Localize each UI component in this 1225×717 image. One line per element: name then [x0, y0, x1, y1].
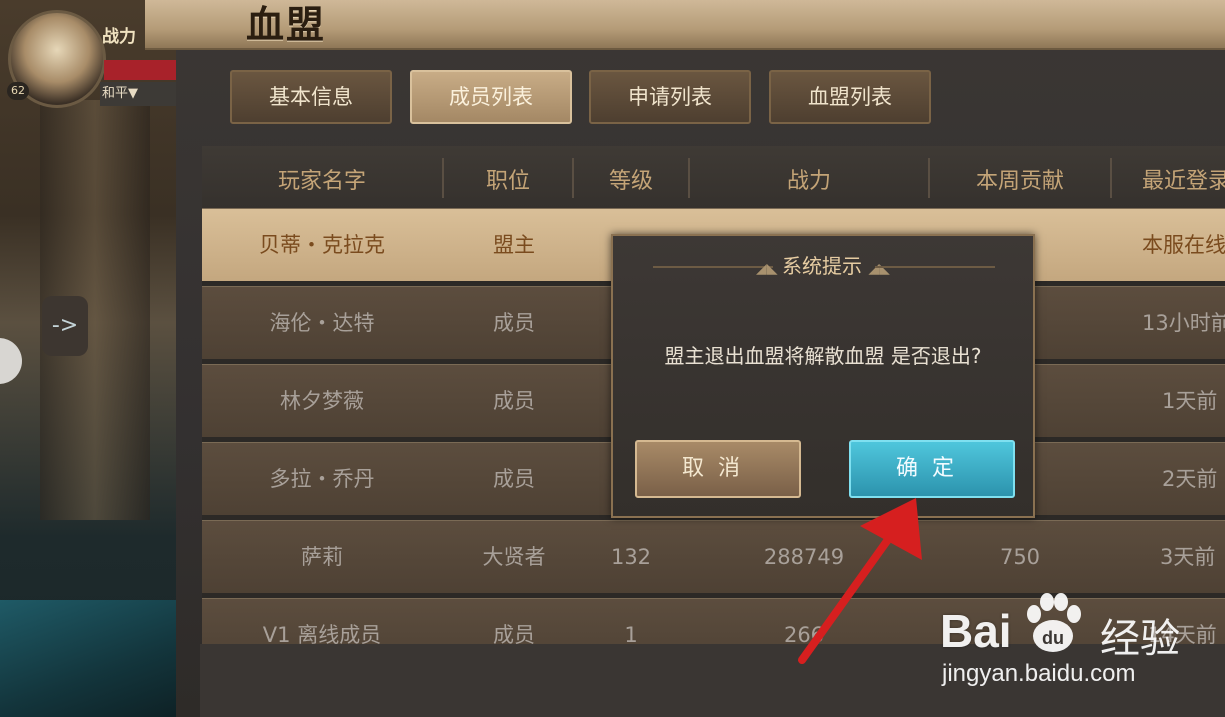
cell-role: 大贤者: [482, 545, 546, 569]
cell-contribution: 750: [999, 545, 1041, 569]
window-title: 血盟: [246, 2, 327, 47]
header-last-login: 最近登录: [1142, 169, 1225, 194]
ornament-icon: ◢◣: [756, 261, 783, 277]
header-power: 战力: [786, 169, 831, 194]
cell-level: 1: [624, 623, 638, 644]
baidu-jingyan-watermark: Bai du 经验 jingyan.baidu.com: [940, 588, 1220, 698]
tab-member-list[interactable]: 成员列表: [410, 70, 572, 124]
player-level-badge: 62: [7, 82, 29, 100]
game-scene-background: 62 战力 和平▼ ->: [0, 0, 190, 717]
power-label: 战力: [102, 27, 136, 47]
cell-last-login: 2天前: [1162, 467, 1218, 491]
cell-role: 成员: [493, 389, 535, 413]
title-ornament-right: [875, 266, 995, 268]
dialog-title: ◢◣ 系统提示 ◢◣: [613, 250, 1033, 279]
baidu-paw-icon: du: [1027, 593, 1081, 652]
cell-last-login: 3天前: [1160, 545, 1216, 569]
header-player-name: 玩家名字: [277, 169, 366, 194]
ornament-icon: ◢◣: [868, 261, 890, 277]
cell-role: 成员: [493, 467, 535, 491]
dialog-title-text: 系统提示: [782, 254, 863, 278]
header-role: 职位: [485, 169, 530, 194]
cancel-button[interactable]: 取消: [635, 440, 801, 498]
water-floor: [0, 600, 180, 717]
tab-guild-list[interactable]: 血盟列表: [769, 70, 931, 124]
watermark-url: jingyan.baidu.com: [942, 660, 1136, 687]
cell-player-name: 林夕梦薇: [280, 389, 364, 413]
cell-level: 132: [610, 545, 652, 569]
tab-application-list[interactable]: 申请列表: [589, 70, 751, 124]
cell-last-login: 1天前: [1162, 389, 1218, 413]
cell-last-login: 13小时前: [1142, 311, 1225, 335]
cell-player-name: 海伦・达特: [269, 311, 375, 335]
cell-last-login: 本服在线: [1142, 233, 1225, 257]
expand-arrow-icon[interactable]: ->: [42, 296, 88, 356]
red-arrow-annotation: [798, 498, 922, 664]
cell-player-name: 多拉・乔丹: [269, 467, 375, 491]
watermark-brand-cn: 经验: [1100, 616, 1180, 662]
table-header: 玩家名字 职位 等级 战力 本周贡献 最近登录: [202, 146, 1225, 208]
header-weekly-contribution: 本周贡献: [975, 169, 1064, 194]
header-level: 等级: [608, 169, 653, 194]
pk-mode-dropdown[interactable]: 和平▼: [100, 82, 182, 106]
svg-text:du: du: [1042, 628, 1064, 648]
dialog-message: 盟主退出血盟将解散血盟 是否退出?: [664, 344, 982, 368]
cell-role: 成员: [493, 623, 535, 644]
cell-role: 成员: [493, 311, 535, 335]
round-button-icon[interactable]: [0, 338, 22, 384]
cell-role: 盟主: [493, 233, 535, 257]
cell-player-name: 贝蒂・克拉克: [259, 233, 385, 257]
cell-player-name: V1 离线成员: [262, 623, 382, 644]
cell-player-name: 萨莉: [301, 545, 343, 569]
tab-basic-info[interactable]: 基本信息: [230, 70, 392, 124]
power-bar: [104, 60, 179, 80]
watermark-brand: Bai: [940, 605, 1012, 657]
system-prompt-dialog: ◢◣ 系统提示 ◢◣ 盟主退出血盟将解散血盟 是否退出? 取消 确定: [611, 234, 1035, 518]
table-row[interactable]: 萨莉 大贤者 132 288749 750 3天前: [202, 520, 1225, 593]
